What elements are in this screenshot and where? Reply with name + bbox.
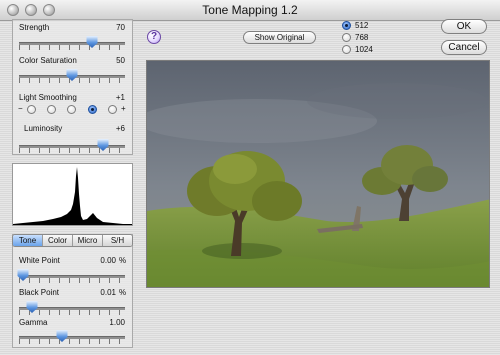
main-controls-panel: [12, 19, 133, 155]
ok-button[interactable]: OK: [441, 19, 487, 34]
cancel-button[interactable]: Cancel: [441, 40, 487, 55]
luminosity-ticks: [19, 148, 125, 153]
show-original-button[interactable]: Show Original: [243, 31, 316, 44]
light-smoothing-option[interactable]: [47, 105, 56, 114]
landscape-photo: [147, 61, 489, 287]
gamma-label: Gamma: [19, 318, 48, 327]
title-bar[interactable]: Tone Mapping 1.2: [0, 0, 500, 21]
light-smoothing-minus: −: [18, 104, 23, 113]
tab-tone[interactable]: Tone: [13, 235, 43, 246]
histogram-graph: [13, 167, 132, 225]
size-1024-radio[interactable]: [342, 45, 351, 54]
light-smoothing-option[interactable]: [27, 105, 36, 114]
strength-ticks: [19, 45, 125, 50]
tab-color[interactable]: Color: [43, 235, 73, 246]
white-point-value: 0.00: [100, 256, 116, 265]
tab-micro[interactable]: Micro: [73, 235, 103, 246]
strength-value: 70: [116, 23, 125, 32]
light-smoothing-option-selected[interactable]: [88, 105, 97, 114]
white-point-unit: %: [119, 256, 127, 265]
black-point-ticks: [19, 310, 125, 315]
window-title: Tone Mapping 1.2: [202, 3, 298, 17]
black-point-value: 0.01: [100, 288, 116, 297]
size-768-radio[interactable]: [342, 33, 351, 42]
light-smoothing-plus: +: [121, 104, 126, 113]
light-smoothing-value: +1: [115, 93, 125, 102]
histogram: [12, 163, 133, 226]
luminosity-value: +6: [115, 124, 125, 133]
gamma-value: 1.00: [109, 318, 125, 327]
size-1024-label: 1024: [355, 45, 373, 54]
help-button[interactable]: ?: [147, 30, 161, 44]
preview-image[interactable]: [146, 60, 490, 288]
light-smoothing-option[interactable]: [67, 105, 76, 114]
tab-shadow-highlight[interactable]: S/H: [103, 235, 132, 246]
light-smoothing-option[interactable]: [108, 105, 117, 114]
white-point-ticks: [19, 278, 125, 283]
black-point-label: Black Point: [19, 288, 60, 297]
size-512-label: 512: [355, 21, 369, 30]
size-768-label: 768: [355, 33, 369, 42]
light-smoothing-label: Light Smoothing: [19, 93, 77, 102]
strength-label: Strength: [19, 23, 50, 32]
color-saturation-value: 50: [116, 56, 125, 65]
white-point-label: White Point: [19, 256, 60, 265]
gamma-ticks: [19, 339, 125, 344]
black-point-unit: %: [119, 288, 127, 297]
adjustment-tabs: Tone Color Micro S/H: [12, 234, 133, 247]
color-saturation-label: Color Saturation: [19, 56, 77, 65]
size-512-radio[interactable]: [342, 21, 351, 30]
luminosity-label: Luminosity: [24, 124, 63, 133]
